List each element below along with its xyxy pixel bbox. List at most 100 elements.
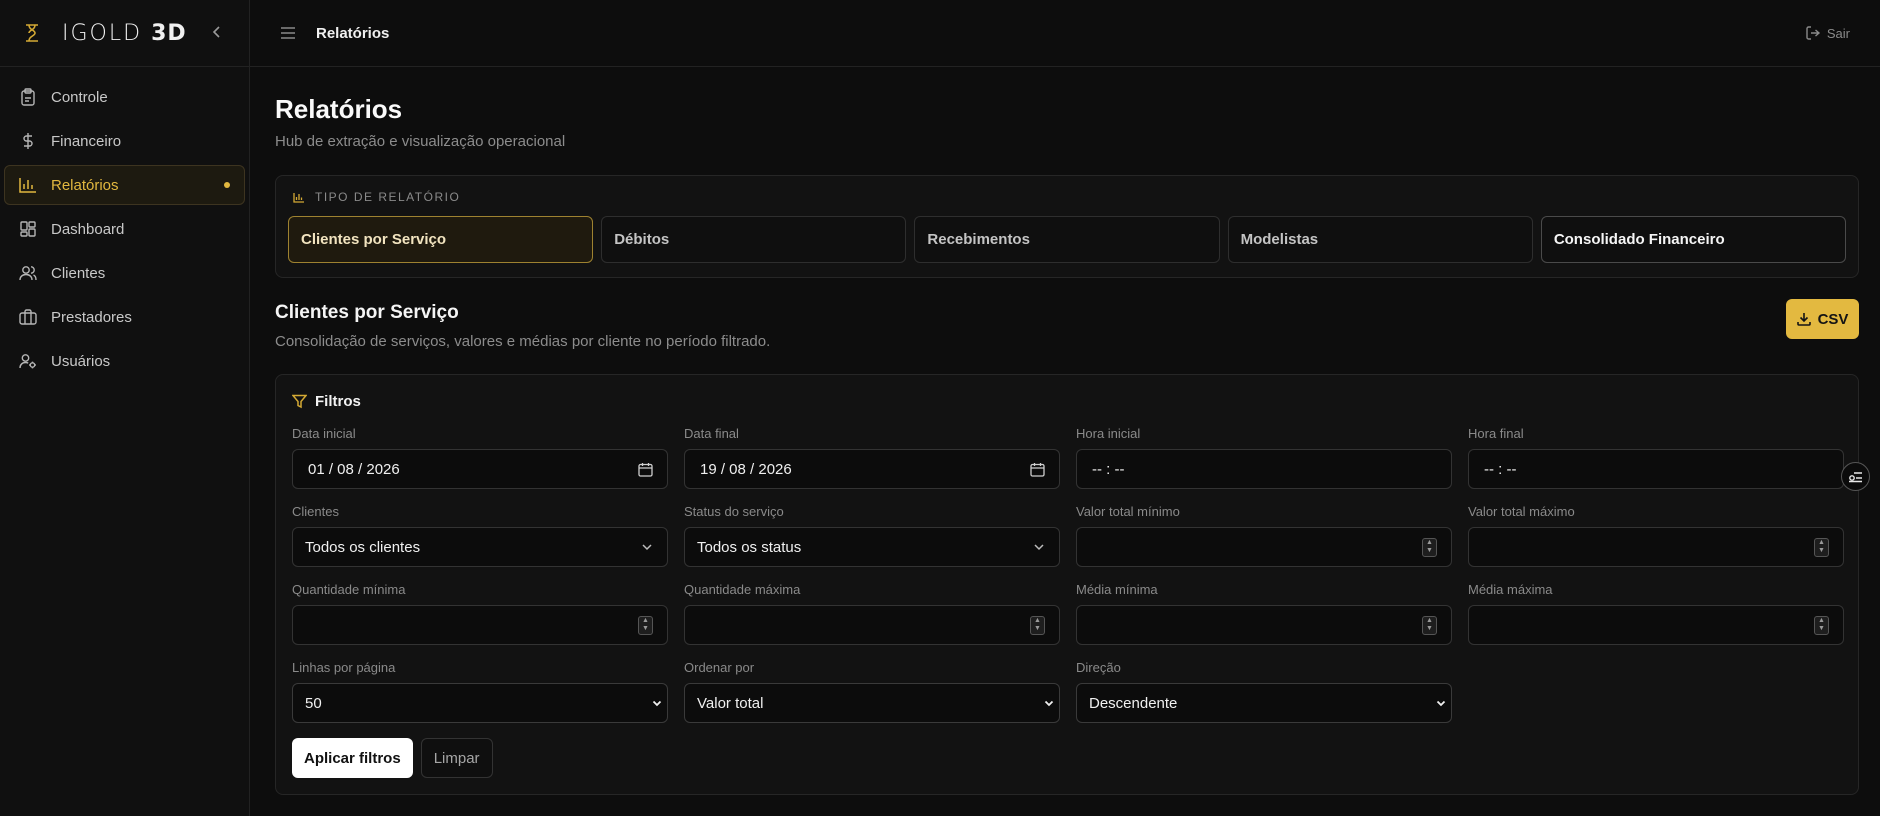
calendar-icon[interactable] xyxy=(638,462,653,477)
filters-grid: Data inicial 01 / 08 / 2026 Data final 1… xyxy=(292,426,1844,738)
tab-consolidado-financeiro[interactable]: Consolidado Financeiro xyxy=(1540,216,1847,263)
qty-min-field: Quantidade mínima ▲ ▼ xyxy=(292,582,668,660)
date-start-input[interactable]: 01 / 08 / 2026 xyxy=(292,449,668,489)
number-stepper[interactable]: ▲ ▼ xyxy=(638,615,653,635)
sidebar-item-label: Relatórios xyxy=(51,176,119,194)
download-icon xyxy=(1796,313,1811,326)
empty-cell xyxy=(1468,660,1844,738)
time-start-input[interactable]: -- : -- xyxy=(1076,449,1452,489)
report-type-card: TIPO DE RELATÓRIO Clientes por Serviço D… xyxy=(275,175,1859,278)
tab-modelistas[interactable]: Modelistas xyxy=(1227,216,1533,263)
status-field: Status do serviço Todos os status xyxy=(684,504,1060,582)
field-label: Quantidade mínima xyxy=(292,582,406,597)
sidebar-item-relatorios[interactable]: Relatórios xyxy=(4,165,245,205)
field-label: Data final xyxy=(684,426,739,441)
stepper-down-icon[interactable]: ▼ xyxy=(1034,625,1041,633)
field-label: Valor total máximo xyxy=(1468,504,1575,519)
number-stepper[interactable]: ▲ ▼ xyxy=(1814,537,1829,557)
number-stepper[interactable]: ▲ ▼ xyxy=(1422,615,1437,635)
stepper-up-icon[interactable]: ▲ xyxy=(1818,617,1825,625)
menu-toggle-button[interactable] xyxy=(280,26,296,40)
date-end-field: Data final 19 / 08 / 2026 xyxy=(684,426,1060,504)
total-max-input[interactable]: ▲ ▼ xyxy=(1468,527,1844,567)
order-by-select[interactable]: Valor total xyxy=(684,683,1060,723)
number-stepper[interactable]: ▲ ▼ xyxy=(1422,537,1437,557)
field-label: Data inicial xyxy=(292,426,356,441)
field-label: Status do serviço xyxy=(684,504,784,519)
stepper-up-icon[interactable]: ▲ xyxy=(1426,617,1433,625)
clear-filters-button[interactable]: Limpar xyxy=(420,738,493,778)
sidebar-item-label: Usuários xyxy=(51,352,111,370)
status-select[interactable]: Todos os status xyxy=(684,527,1060,567)
date-end-input[interactable]: 19 / 08 / 2026 xyxy=(684,449,1060,489)
tab-recebimentos[interactable]: Recebimentos xyxy=(914,216,1220,263)
field-label: Hora inicial xyxy=(1076,426,1141,441)
field-value: Todos os status xyxy=(697,538,802,556)
filters-panel: Filtros Data inicial 01 / 08 / 2026 Data… xyxy=(275,374,1859,795)
rows-per-page-select[interactable]: 50 xyxy=(292,683,668,723)
collapse-sidebar-button[interactable] xyxy=(207,23,227,44)
field-value: 19 / 08 / 2026 xyxy=(700,460,792,478)
stepper-down-icon[interactable]: ▼ xyxy=(1426,625,1433,633)
stepper-up-icon[interactable]: ▲ xyxy=(1818,539,1825,547)
sidebar-item-label: Controle xyxy=(51,88,108,106)
sidebar-item-label: Dashboard xyxy=(51,220,125,238)
export-csv-button[interactable]: CSV xyxy=(1786,299,1859,339)
sidebar-item-clientes[interactable]: Clientes xyxy=(4,253,245,293)
brand-name: IGOLD 3D xyxy=(62,20,187,46)
direction-select[interactable]: Descendente xyxy=(1076,683,1452,723)
sidebar-item-dashboard[interactable]: Dashboard xyxy=(4,209,245,249)
hamburger-menu-icon xyxy=(281,27,295,39)
total-min-input[interactable]: ▲ ▼ xyxy=(1076,527,1452,567)
tab-clientes-por-servico[interactable]: Clientes por Serviço xyxy=(288,216,594,263)
chevron-left-icon xyxy=(212,25,220,38)
logout-button[interactable]: Sair xyxy=(1806,26,1850,41)
stepper-up-icon[interactable]: ▲ xyxy=(1426,539,1433,547)
time-end-field: Hora final -- : -- xyxy=(1468,426,1844,504)
number-stepper[interactable]: ▲ ▼ xyxy=(1814,615,1829,635)
top-bar: Relatórios Sair xyxy=(250,0,1880,67)
report-section-header: Clientes por Serviço Consolidação de ser… xyxy=(275,299,1859,364)
stepper-down-icon[interactable]: ▼ xyxy=(1818,547,1825,555)
sidebar-item-financeiro[interactable]: Financeiro xyxy=(4,121,245,161)
sidebar-item-usuarios[interactable]: Usuários xyxy=(4,341,245,381)
stepper-down-icon[interactable]: ▼ xyxy=(1818,625,1825,633)
qty-max-input[interactable]: ▲ ▼ xyxy=(684,605,1060,645)
apply-filters-button[interactable]: Aplicar filtros xyxy=(292,738,413,778)
number-stepper[interactable]: ▲ ▼ xyxy=(1030,615,1045,635)
time-end-input[interactable]: -- : -- xyxy=(1468,449,1844,489)
filter-icon xyxy=(292,394,307,409)
qty-min-input[interactable]: ▲ ▼ xyxy=(292,605,668,645)
avg-min-input[interactable]: ▲ ▼ xyxy=(1076,605,1452,645)
main-content: Relatórios Hub de extração e visualizaçã… xyxy=(275,67,1859,795)
stepper-up-icon[interactable]: ▲ xyxy=(642,617,649,625)
sidebar-item-prestadores[interactable]: Prestadores xyxy=(4,297,245,337)
clients-field: Clientes Todos os clientes xyxy=(292,504,668,582)
tab-debitos[interactable]: Débitos xyxy=(601,216,907,263)
stepper-up-icon[interactable]: ▲ xyxy=(1034,617,1041,625)
sidebar-item-controle[interactable]: Controle xyxy=(4,77,245,117)
field-value: 01 / 08 / 2026 xyxy=(308,460,400,478)
filters-heading: Filtros xyxy=(292,393,1842,410)
avg-max-input[interactable]: ▲ ▼ xyxy=(1468,605,1844,645)
rows-per-page-field: Linhas por página 50 xyxy=(292,660,668,738)
floating-settings-button[interactable] xyxy=(1841,462,1870,491)
sidebar-nav: Controle Financeiro Relatórios Dashboard xyxy=(0,67,249,395)
calendar-icon[interactable] xyxy=(1030,462,1045,477)
field-value: Descendente xyxy=(1089,694,1178,712)
dollar-icon xyxy=(19,132,37,150)
stepper-down-icon[interactable]: ▼ xyxy=(1426,547,1433,555)
avg-min-field: Média mínima ▲ ▼ xyxy=(1076,582,1452,660)
chevron-down-icon xyxy=(1436,700,1446,707)
sidebar-item-label: Financeiro xyxy=(51,132,122,150)
stepper-down-icon[interactable]: ▼ xyxy=(642,625,649,633)
report-type-heading-label: TIPO DE RELATÓRIO xyxy=(315,190,461,204)
active-indicator-dot xyxy=(224,182,230,188)
filter-actions: Aplicar filtros Limpar xyxy=(292,738,1842,778)
clients-select[interactable]: Todos os clientes xyxy=(292,527,668,567)
page-title: Relatórios xyxy=(275,94,403,124)
bar-chart-icon xyxy=(293,192,305,203)
clipboard-icon xyxy=(19,88,37,106)
field-label: Direção xyxy=(1076,660,1121,675)
field-label: Hora final xyxy=(1468,426,1524,441)
